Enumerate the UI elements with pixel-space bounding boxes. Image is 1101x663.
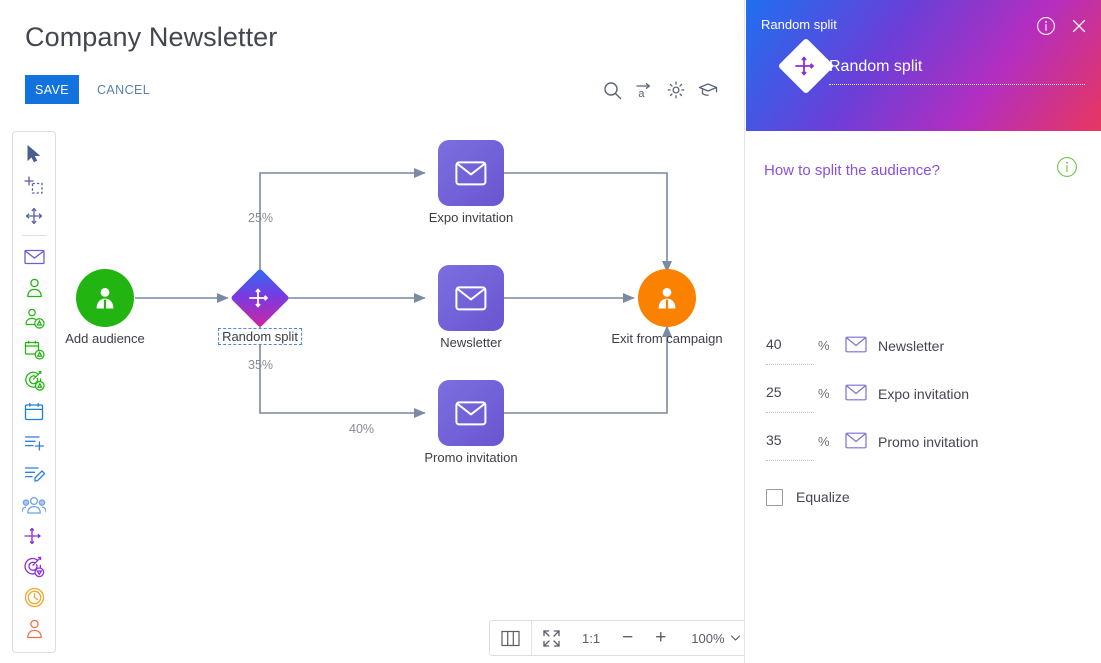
campaign-editor: Company Newsletter SAVE CANCEL a Add aud… [0, 0, 1101, 663]
graduation-cap-icon[interactable] [694, 76, 722, 104]
campaign-diagram: Add audience Random split Expo invitatio… [0, 120, 744, 620]
svg-text:a: a [638, 88, 645, 100]
node-newsletter[interactable]: Newsletter [438, 265, 504, 350]
audience-icon[interactable] [76, 269, 134, 327]
random-split-icon [777, 37, 835, 95]
zoom-level-value: 100% [691, 630, 725, 646]
email-icon [845, 384, 867, 406]
node-label: Add audience [65, 331, 145, 346]
percent-sign: % [818, 434, 830, 449]
split-target-name: Newsletter [878, 338, 945, 354]
canvas-area: Company Newsletter SAVE CANCEL a Add aud… [0, 0, 745, 663]
panel-header-title: Random split [761, 17, 837, 32]
zoom-out-button[interactable]: − [611, 621, 644, 655]
zoom-toolbar: 1:1 − + 100% [489, 620, 744, 656]
split-percent-input[interactable] [766, 384, 814, 413]
edge-label-expo: 25% [248, 211, 274, 225]
search-icon[interactable] [598, 76, 626, 104]
split-percent-input[interactable] [766, 432, 814, 461]
node-label: Promo invitation [424, 450, 518, 465]
info-icon[interactable] [1035, 15, 1057, 37]
chevron-down-icon [730, 635, 740, 641]
node-label: Expo invitation [428, 210, 514, 225]
split-percent-input[interactable] [766, 336, 814, 365]
split-row: % Expo invitation [746, 384, 1101, 432]
split-row: % Promo invitation [746, 432, 1101, 480]
node-label-selected[interactable]: Random split [218, 328, 302, 345]
info-icon[interactable] [1056, 156, 1078, 183]
fit-to-screen-icon[interactable] [532, 621, 571, 655]
node-exit-from-campaign[interactable]: Exit from campaign [611, 269, 723, 346]
page-title: Company Newsletter [25, 22, 278, 52]
equalize-checkbox[interactable] [766, 489, 783, 506]
node-add-audience[interactable]: Add audience [65, 269, 145, 346]
email-icon[interactable] [438, 380, 504, 446]
edge-label-newsletter: 40% [349, 422, 375, 436]
percent-sign: % [818, 338, 830, 353]
node-random-split[interactable]: Random split [218, 268, 302, 345]
equalize-label: Equalize [796, 489, 850, 505]
random-split-icon[interactable] [230, 268, 290, 328]
split-target-name: Expo invitation [878, 386, 970, 402]
properties-panel: Random split Random split How to split t… [746, 0, 1101, 663]
email-icon[interactable] [438, 265, 504, 331]
percent-sign: % [818, 386, 830, 401]
diagram-edges [135, 167, 673, 419]
node-label: Exit from campaign [611, 331, 723, 346]
zoom-in-button[interactable]: + [644, 621, 677, 655]
split-target-name: Promo invitation [878, 434, 979, 450]
zoom-level-dropdown[interactable]: 100% [677, 630, 744, 646]
node-expo-invitation[interactable]: Expo invitation [429, 140, 513, 225]
panel-header: Random split [746, 0, 1101, 131]
node-label: Newsletter [440, 335, 502, 350]
split-heading: How to split the audience? [764, 162, 940, 179]
split-row: % Newsletter [746, 336, 1101, 384]
close-icon[interactable] [1068, 15, 1090, 37]
equalize-row: Equalize [746, 489, 1101, 513]
auto-name-icon[interactable]: a [630, 76, 658, 104]
email-icon [845, 336, 867, 358]
node-name-field[interactable] [829, 58, 1085, 85]
cancel-button[interactable]: CANCEL [97, 75, 150, 104]
columns-layout-icon[interactable] [490, 621, 531, 655]
node-name-input[interactable] [829, 58, 1085, 76]
node-promo-invitation[interactable]: Promo invitation [424, 380, 518, 465]
edge-label-promo: 35% [248, 358, 274, 372]
email-icon[interactable] [438, 140, 504, 206]
gear-icon[interactable] [662, 76, 690, 104]
exit-person-icon[interactable] [638, 269, 696, 327]
actual-size-button[interactable]: 1:1 [571, 621, 611, 655]
email-icon [845, 432, 867, 454]
save-button[interactable]: SAVE [25, 75, 79, 104]
